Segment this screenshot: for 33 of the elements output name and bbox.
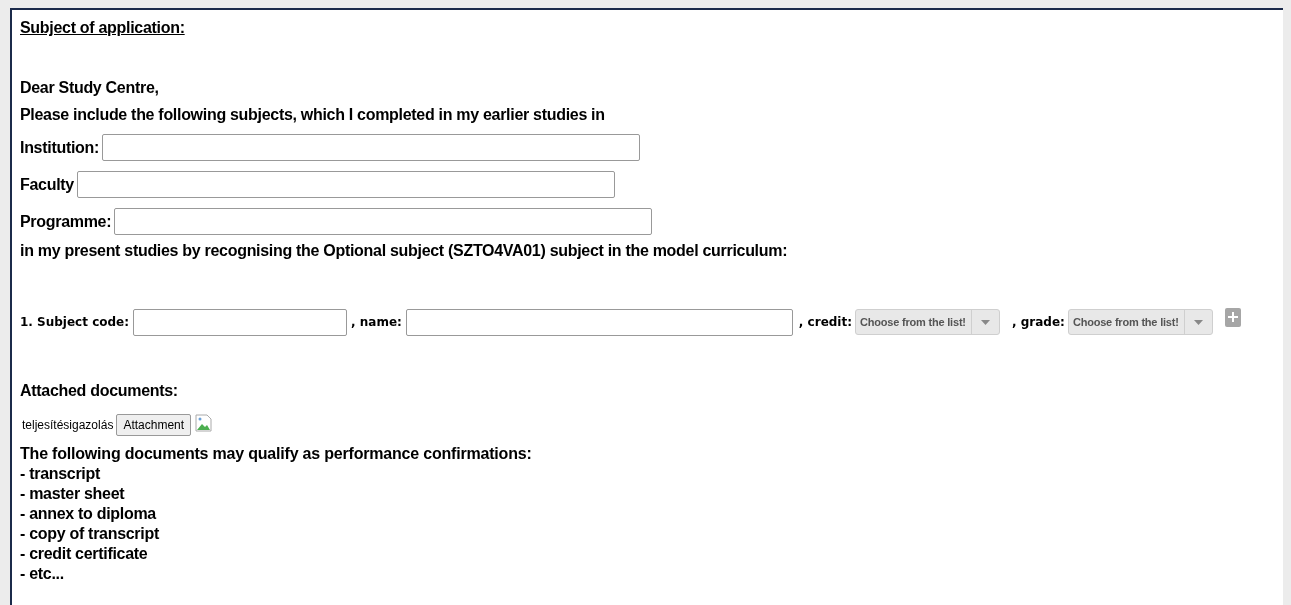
greeting-text: Dear Study Centre, — [20, 78, 159, 98]
document-list-item: - annex to diploma — [20, 504, 156, 524]
note-heading: The following documents may qualify as performance confirmations: — [20, 444, 532, 464]
field-label: Institution: — [20, 137, 100, 158]
document-list-item: - master sheet — [20, 484, 125, 504]
field-label: Faculty — [20, 174, 74, 195]
caret-icon — [981, 319, 990, 325]
field-label: Programme: — [20, 211, 112, 232]
add-button[interactable] — [1224, 307, 1241, 327]
attachment-button[interactable]: Attachment — [116, 414, 192, 436]
broken-image-icon — [195, 414, 214, 432]
text-field[interactable] — [102, 134, 641, 161]
attachments-heading: Attached documents: — [20, 381, 178, 401]
dropdown[interactable]: Choose from the list! — [1067, 309, 1213, 335]
text-field[interactable] — [114, 208, 653, 235]
document-list-item: - etc... — [20, 564, 64, 584]
field-label: 1. Subject code: — [20, 314, 130, 331]
dropdown[interactable]: Choose from the list! — [855, 309, 1000, 335]
caret-icon — [1193, 319, 1203, 325]
text-field[interactable] — [76, 171, 615, 198]
recognition-text: in my present studies by recognising the Optional subject (SZTO4VA01) subject in the model curriculum: — [20, 241, 788, 261]
subject-name-field[interactable] — [405, 308, 793, 336]
document-list-item: - copy of transcript — [20, 524, 159, 544]
intro-text: Please include the following subjects, which I completed in my earlier studies in — [20, 105, 605, 125]
document-type-label: teljesítésigazolás — [22, 417, 114, 434]
plus-icon — [1227, 312, 1238, 322]
field-label: , name: — [351, 314, 402, 331]
document-list-item: - credit certificate — [20, 544, 148, 564]
subject-code-field[interactable] — [133, 308, 348, 336]
field-label: , credit: — [798, 314, 852, 331]
form-title: Subject of application: — [20, 18, 185, 38]
document-list-item: - transcript — [20, 464, 100, 484]
field-label: , grade: — [1012, 314, 1065, 331]
